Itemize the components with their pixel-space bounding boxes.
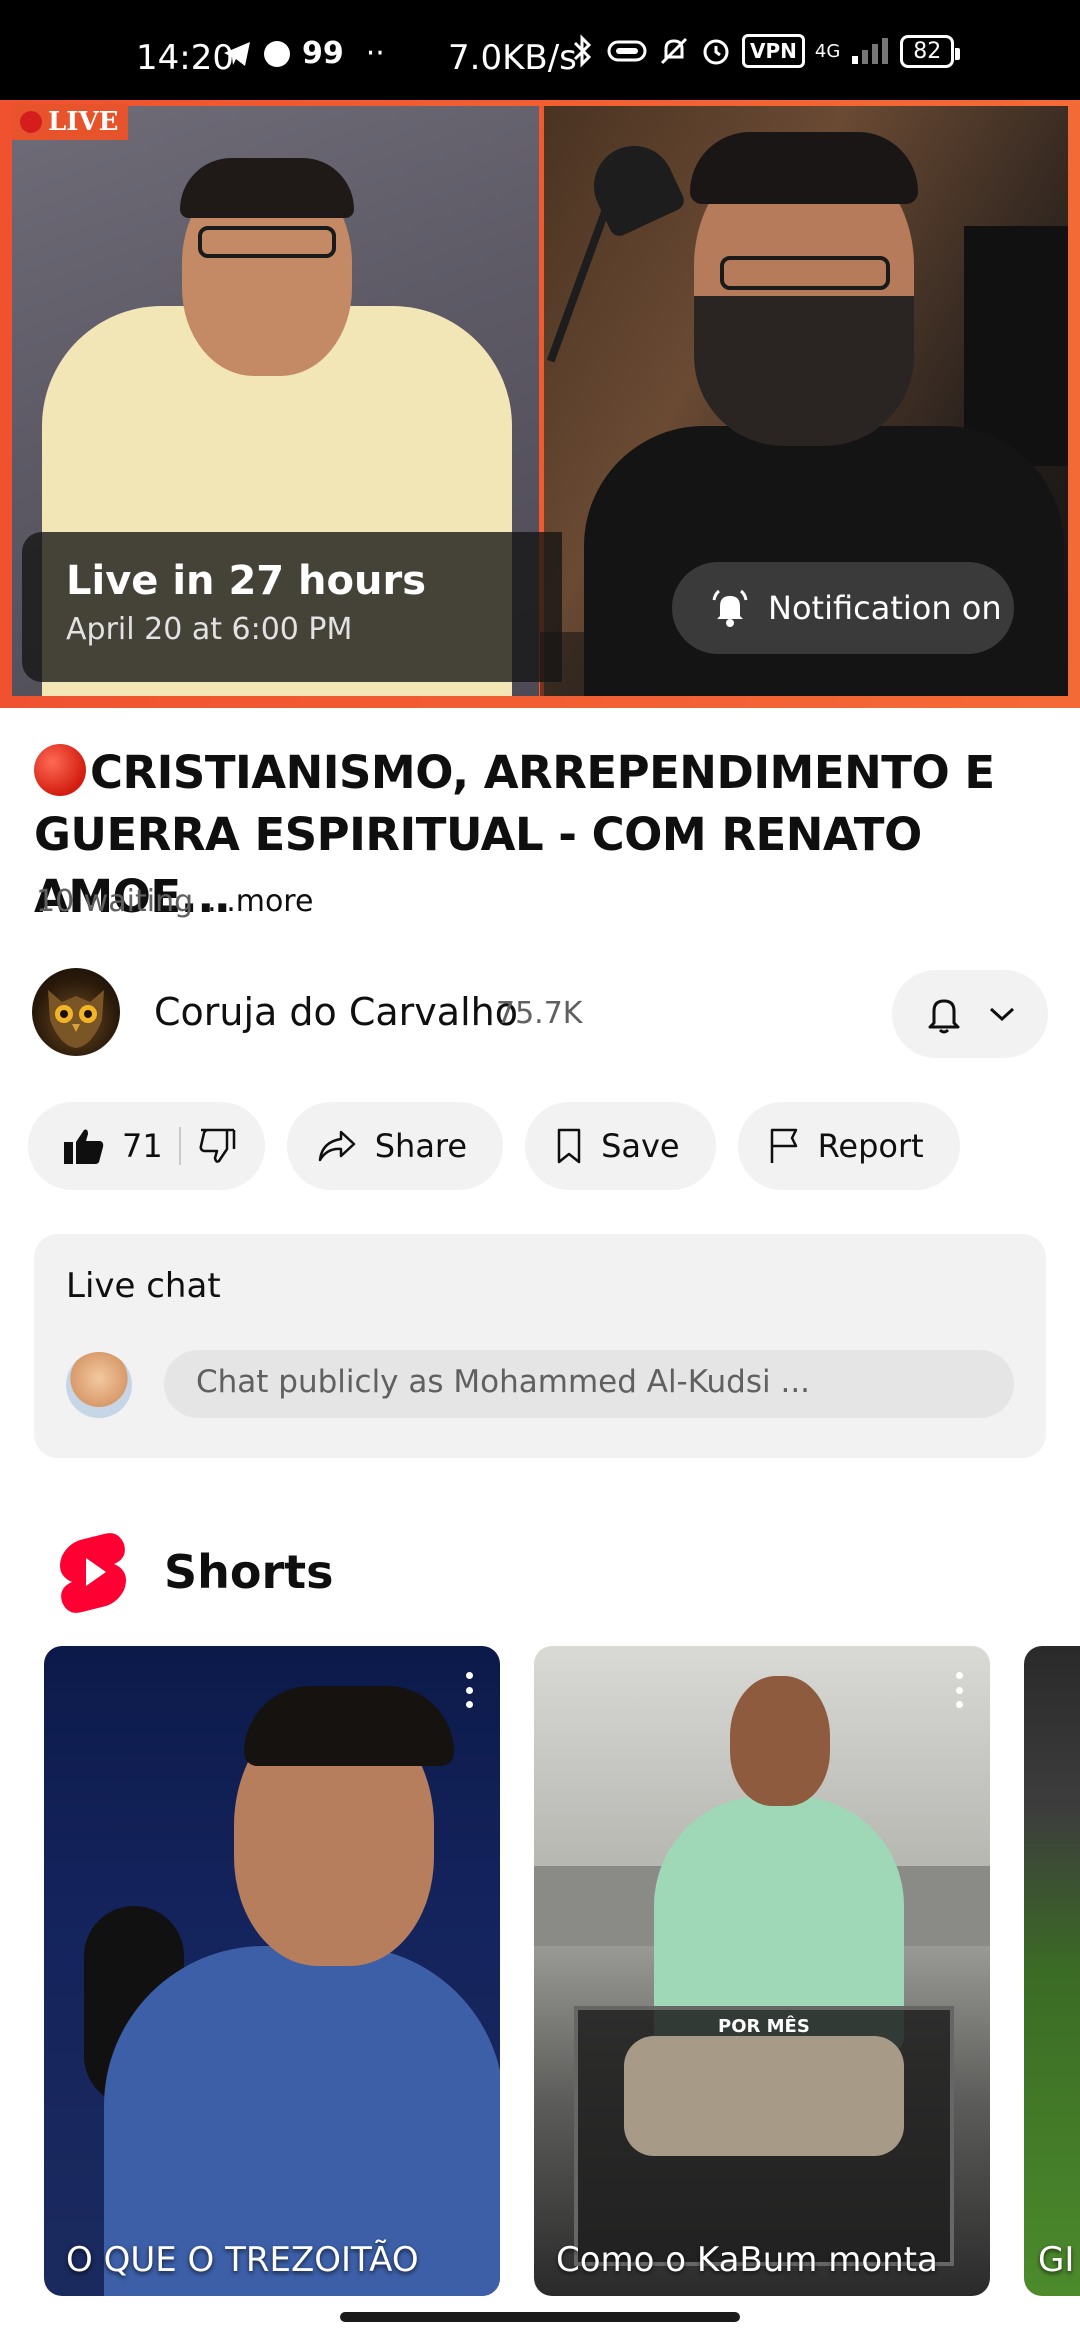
shorts-title: Shorts <box>164 1545 334 1599</box>
live-badge: LIVE <box>12 104 129 140</box>
more-link[interactable]: ...more <box>207 884 313 919</box>
live-date: April 20 at 6:00 PM <box>66 612 353 647</box>
short-card[interactable]: GI <box>1024 1646 1080 2296</box>
mute-bell-icon <box>660 37 688 65</box>
red-circle-icon <box>34 744 86 796</box>
short-caption: GI <box>1038 2240 1075 2280</box>
gesture-nav-handle[interactable] <box>340 2312 740 2322</box>
action-bar: 71 Share Save Report <box>28 1102 960 1190</box>
short-person-hair <box>244 1686 454 1766</box>
network-type: 4G <box>814 40 841 62</box>
owl-icon <box>48 990 104 1048</box>
bookmark-icon <box>557 1128 581 1164</box>
short-clay <box>624 2036 904 2156</box>
report-button[interactable]: Report <box>737 1102 960 1190</box>
flag-icon <box>770 1128 797 1163</box>
video-meta[interactable]: 10 waiting ...more <box>36 884 313 919</box>
guest-hair <box>690 132 918 204</box>
net-rate: 7.0KB/s <box>448 38 577 78</box>
save-label: Save <box>601 1127 680 1165</box>
live-chat-title: Live chat <box>66 1266 221 1306</box>
alarm-icon <box>703 39 729 65</box>
thumbs-down-icon[interactable] <box>197 1127 237 1165</box>
vpn-badge: VPN <box>742 34 805 68</box>
short-card[interactable]: POR MÊS Como o KaBum monta <box>534 1646 990 2296</box>
shorts-logo-icon <box>60 1533 126 1613</box>
chevron-down-icon <box>989 1007 1015 1022</box>
short-menu-icon[interactable] <box>956 1672 964 1708</box>
bell-ringing-icon <box>712 589 748 627</box>
live-chat-panel[interactable]: Live chat Chat publicly as Mohammed Al-K… <box>34 1234 1046 1458</box>
short-person-face <box>730 1676 830 1806</box>
like-count[interactable]: 71 <box>122 1127 163 1165</box>
bluetooth-icon <box>573 34 592 68</box>
short-caption: O QUE O TREZOITÃO <box>66 2240 419 2280</box>
short-caption: Como o KaBum monta <box>556 2240 938 2280</box>
more-dots-icon: ·· <box>365 36 385 71</box>
host-glasses <box>198 226 336 258</box>
report-label: Report <box>817 1127 924 1165</box>
channel-avatar[interactable] <box>32 968 120 1056</box>
live-countdown: Live in 27 hours <box>66 558 426 604</box>
monitor <box>964 226 1068 466</box>
circle-icon <box>264 40 290 67</box>
status-right-icons: VPN 4G 82 <box>570 34 961 68</box>
lamp-arm <box>546 209 610 363</box>
like-dislike-pill: 71 <box>28 1102 265 1190</box>
guest-glasses <box>720 256 890 290</box>
status-time: 14:20 <box>136 38 234 78</box>
channel-row[interactable]: Coruja do Carvalho 75.7K <box>32 968 1048 1058</box>
waiting-count: 10 waiting <box>36 884 194 919</box>
short-overlay-text: POR MÊS <box>718 2016 810 2037</box>
video-player[interactable]: LIVE Live in 27 hours April 20 at 6:00 P… <box>0 100 1080 708</box>
short-card[interactable]: O QUE O TREZOITÃO <box>44 1646 500 2296</box>
channel-name[interactable]: Coruja do Carvalho <box>154 990 518 1034</box>
live-dot-icon <box>20 111 42 133</box>
link-icon <box>607 40 647 62</box>
live-badge-label: LIVE <box>48 107 119 137</box>
live-schedule-panel: Live in 27 hours April 20 at 6:00 PM <box>22 532 562 682</box>
notification-button[interactable]: Notification on <box>672 562 1014 654</box>
share-icon <box>318 1130 355 1162</box>
notification-count: 99 <box>302 36 344 71</box>
host-hair <box>180 158 354 218</box>
bell-icon <box>928 999 960 1034</box>
thumbs-up-icon[interactable] <box>62 1126 106 1166</box>
status-left-icons: 99 ·· <box>222 36 385 71</box>
share-button[interactable]: Share <box>286 1102 504 1190</box>
status-bar: 14:20 99 ·· 7.0KB/s VPN 4G 82 <box>0 0 1080 100</box>
like-divider <box>178 1127 181 1165</box>
telegram-icon <box>224 41 250 66</box>
notification-label: Notification on <box>768 589 1002 627</box>
share-label: Share <box>374 1127 468 1165</box>
shorts-header: Shorts <box>58 1530 334 1614</box>
subscription-bell-button[interactable] <box>892 970 1048 1058</box>
user-avatar <box>66 1352 132 1418</box>
guest-beard <box>694 296 914 446</box>
chat-input[interactable]: Chat publicly as Mohammed Al-Kudsi ... <box>164 1350 1014 1418</box>
signal-icon <box>852 38 889 64</box>
short-menu-icon[interactable] <box>466 1672 474 1708</box>
battery-icon: 82 <box>900 34 961 68</box>
subscriber-count: 75.7K <box>496 996 583 1031</box>
save-button[interactable]: Save <box>525 1102 716 1190</box>
